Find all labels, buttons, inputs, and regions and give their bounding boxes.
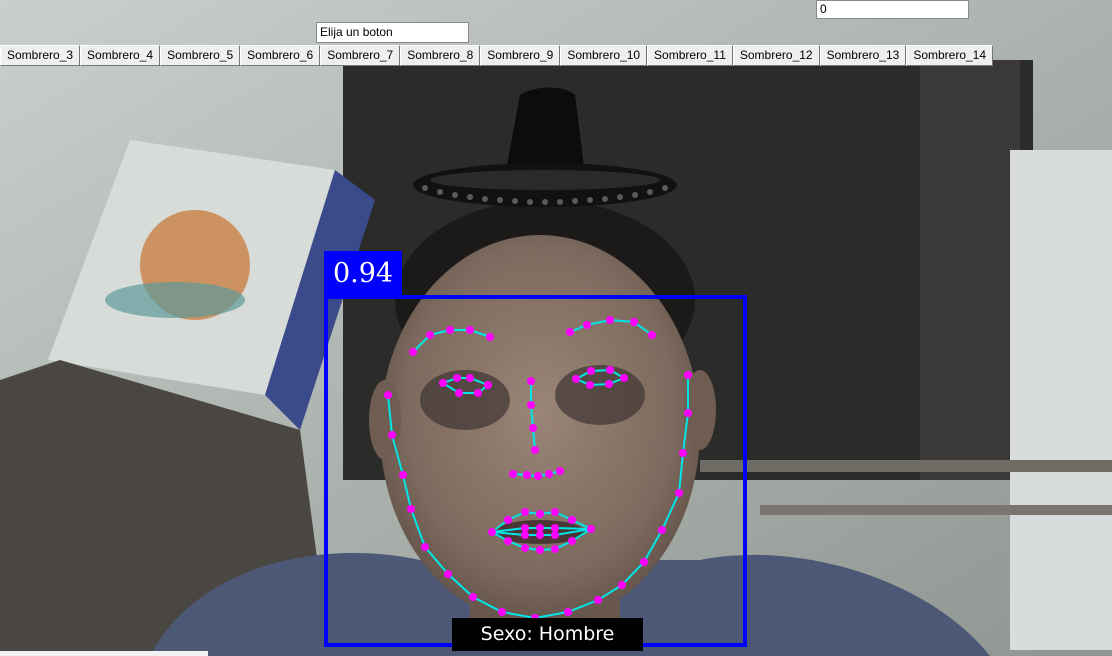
- hat-button-11[interactable]: Sombrero_11: [647, 45, 733, 66]
- hat-button-4[interactable]: Sombrero_4: [80, 45, 161, 66]
- hat-button-12[interactable]: Sombrero_12: [732, 45, 820, 66]
- shelf-1: [700, 460, 1112, 472]
- hat-button-9[interactable]: Sombrero_9: [480, 45, 561, 66]
- confidence-score-label: 0.94: [324, 251, 402, 297]
- hat-button-3[interactable]: Sombrero_3: [0, 45, 81, 66]
- right-eye-shadow: [555, 365, 645, 425]
- hat-button-14[interactable]: Sombrero_14: [906, 45, 994, 66]
- face: [380, 235, 700, 625]
- hat-button-8[interactable]: Sombrero_8: [400, 45, 481, 66]
- prompt-field[interactable]: Elija un boton: [316, 22, 469, 43]
- gift-bag-ribbon: [105, 282, 245, 318]
- hat-button-5[interactable]: Sombrero_5: [160, 45, 241, 66]
- bottom-strip: [0, 651, 208, 656]
- webcam-frame: [0, 0, 1112, 656]
- camera-view: 0.94 Sexo: Hombre Elija un boton 0 Sombr…: [0, 0, 1112, 656]
- right-wall: [1010, 150, 1112, 650]
- hat-button-6[interactable]: Sombrero_6: [240, 45, 321, 66]
- hat-button-13[interactable]: Sombrero_13: [819, 45, 907, 66]
- counter-field[interactable]: 0: [816, 0, 969, 19]
- hat-button-10[interactable]: Sombrero_10: [560, 45, 648, 66]
- shelf-2: [760, 505, 1112, 515]
- hat-button-bar: Sombrero_3 Sombrero_4 Sombrero_5 Sombrer…: [0, 45, 994, 66]
- hat-button-7[interactable]: Sombrero_7: [320, 45, 401, 66]
- gender-caption: Sexo: Hombre: [452, 618, 643, 651]
- cabinet-panel: [920, 60, 1020, 480]
